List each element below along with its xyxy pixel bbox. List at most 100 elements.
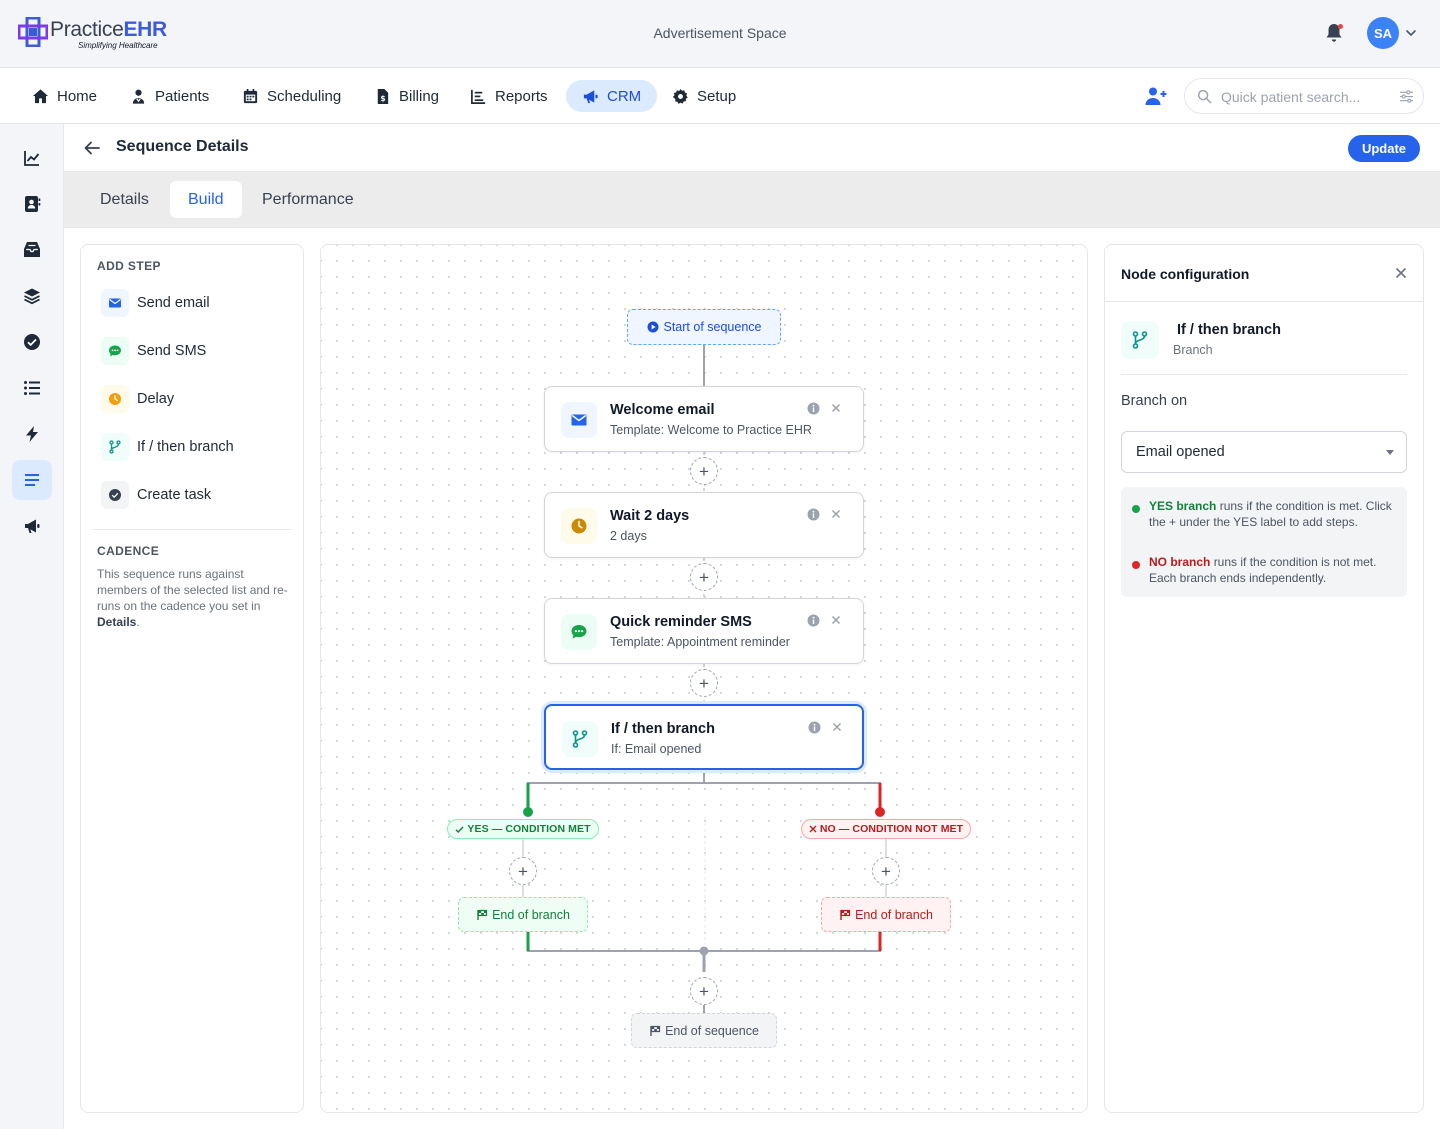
add-step-button[interactable]: + bbox=[690, 457, 718, 485]
sequence-tabs: Details Build Performance bbox=[64, 172, 1440, 228]
filter-sliders-icon[interactable] bbox=[1399, 89, 1414, 104]
add-create-task[interactable]: Create task bbox=[101, 481, 211, 509]
rail-lists[interactable] bbox=[12, 276, 52, 316]
logo-tagline: Simplifying Healthcare bbox=[78, 41, 158, 50]
chat-icon bbox=[571, 625, 587, 639]
flag-icon bbox=[840, 909, 851, 920]
quick-patient-search[interactable] bbox=[1184, 78, 1424, 114]
back-arrow-icon[interactable] bbox=[82, 138, 102, 158]
address-book-icon bbox=[25, 196, 41, 212]
caret-down-icon bbox=[1386, 450, 1394, 455]
no-dot bbox=[1132, 561, 1140, 569]
check-circle-icon bbox=[109, 489, 121, 501]
config-node-type: Branch bbox=[1173, 343, 1213, 357]
branch-on-select[interactable]: Email opened bbox=[1121, 431, 1407, 473]
notification-dot bbox=[1338, 24, 1343, 29]
update-button[interactable]: Update bbox=[1348, 135, 1420, 162]
nav-home[interactable]: Home bbox=[16, 80, 113, 112]
end-of-sequence[interactable]: End of sequence bbox=[631, 1013, 777, 1048]
cadence-details-link[interactable]: Details bbox=[97, 615, 136, 629]
checkmark-icon bbox=[455, 826, 464, 833]
flag-icon bbox=[477, 909, 488, 920]
nav-scheduling[interactable]: Scheduling bbox=[226, 80, 357, 112]
nav-patients[interactable]: Patients bbox=[114, 80, 225, 112]
rail-inbox[interactable] bbox=[12, 230, 52, 270]
end-of-no-branch[interactable]: End of branch bbox=[821, 897, 951, 932]
add-yes-step-button[interactable]: + bbox=[509, 857, 537, 885]
close-icon[interactable] bbox=[1395, 267, 1407, 279]
rail-analytics[interactable] bbox=[12, 138, 52, 178]
tab-build[interactable]: Build bbox=[170, 181, 242, 218]
add-patient-icon[interactable] bbox=[1145, 86, 1167, 106]
nav-reports[interactable]: Reports bbox=[454, 80, 564, 112]
nav-crm[interactable]: CRM bbox=[566, 80, 658, 112]
branch-on-value: Email opened bbox=[1136, 444, 1225, 460]
info-icon[interactable] bbox=[808, 721, 821, 734]
branch-icon bbox=[1132, 331, 1148, 349]
add-delay-label: Delay bbox=[137, 391, 175, 407]
search-icon bbox=[1197, 89, 1212, 104]
add-step-button[interactable]: + bbox=[690, 977, 718, 1005]
rail-automations[interactable] bbox=[12, 414, 52, 454]
add-no-step-button[interactable]: + bbox=[872, 857, 900, 885]
gear-icon bbox=[672, 88, 688, 104]
nav-billing[interactable]: $ Billing bbox=[358, 80, 455, 112]
nav-reports-label: Reports bbox=[495, 87, 548, 105]
node-subtitle: Template: Appointment reminder bbox=[610, 635, 790, 649]
rail-list-view[interactable] bbox=[12, 368, 52, 408]
close-icon[interactable] bbox=[831, 615, 841, 625]
no-branch-help: NO branch runs if the condition is not m… bbox=[1149, 555, 1377, 585]
end-of-yes-branch[interactable]: End of branch bbox=[458, 897, 588, 932]
yes-branch-help: YES branch runs if the condition is met.… bbox=[1149, 499, 1392, 529]
node-quick-reminder-sms[interactable]: Quick reminder SMS Template: Appointment… bbox=[544, 598, 864, 664]
node-configuration-panel: Node configuration If / then branch Bran… bbox=[1104, 244, 1424, 1113]
nav-crm-label: CRM bbox=[607, 87, 642, 105]
close-icon[interactable] bbox=[831, 403, 841, 413]
add-delay[interactable]: Delay bbox=[101, 385, 174, 413]
info-icon[interactable] bbox=[807, 614, 820, 627]
node-wait-2-days[interactable]: Wait 2 days 2 days bbox=[544, 492, 864, 558]
tab-performance[interactable]: Performance bbox=[244, 181, 372, 218]
branch-help-box: YES branch runs if the condition is met.… bbox=[1121, 487, 1407, 597]
add-step-button[interactable]: + bbox=[690, 563, 718, 591]
chevron-down-icon[interactable] bbox=[1404, 26, 1418, 40]
svg-text:$: $ bbox=[380, 93, 385, 102]
search-input[interactable] bbox=[1221, 87, 1391, 107]
node-if-then-branch[interactable]: If / then branch If: Email opened bbox=[544, 704, 864, 770]
node-subtitle: 2 days bbox=[610, 529, 647, 543]
nav-setup[interactable]: Setup bbox=[656, 80, 752, 112]
add-step-heading: ADD STEP bbox=[97, 259, 161, 273]
chart-icon bbox=[471, 89, 486, 104]
yes-branch-label: YES — CONDITION MET bbox=[447, 819, 599, 839]
clock-icon bbox=[109, 393, 121, 405]
add-step-button[interactable]: + bbox=[690, 669, 718, 697]
rail-tasks[interactable] bbox=[12, 322, 52, 362]
rail-campaigns[interactable] bbox=[12, 506, 52, 546]
cadence-heading: CADENCE bbox=[97, 544, 160, 558]
tab-details[interactable]: Details bbox=[82, 181, 167, 218]
info-icon[interactable] bbox=[807, 402, 820, 415]
add-if-then-branch-label: If / then branch bbox=[137, 439, 234, 455]
node-title: If / then branch bbox=[611, 721, 715, 737]
node-welcome-email[interactable]: Welcome email Template: Welcome to Pract… bbox=[544, 386, 864, 452]
clock-icon bbox=[571, 518, 587, 534]
user-avatar[interactable]: SA bbox=[1367, 17, 1399, 49]
x-icon bbox=[809, 825, 817, 833]
rail-sequences[interactable] bbox=[12, 460, 52, 500]
start-of-sequence[interactable]: Start of sequence bbox=[627, 309, 781, 345]
add-send-email[interactable]: Send email bbox=[101, 289, 210, 317]
node-subtitle: If: Email opened bbox=[611, 742, 702, 756]
envelope-icon bbox=[109, 298, 121, 308]
close-icon[interactable] bbox=[831, 509, 841, 519]
branch-icon bbox=[572, 730, 588, 748]
envelope-icon bbox=[571, 414, 587, 426]
add-send-sms[interactable]: Send SMS bbox=[101, 337, 206, 365]
add-if-then-branch[interactable]: If / then branch bbox=[101, 433, 234, 461]
rail-contacts[interactable] bbox=[12, 184, 52, 224]
sequence-canvas[interactable]: Start of sequence Welcome email Template… bbox=[320, 244, 1088, 1113]
node-subtitle: Template: Welcome to Practice EHR bbox=[610, 423, 812, 437]
info-icon[interactable] bbox=[807, 508, 820, 521]
panel-divider bbox=[93, 529, 291, 530]
close-icon[interactable] bbox=[832, 722, 842, 732]
check-circle-icon bbox=[24, 334, 40, 350]
